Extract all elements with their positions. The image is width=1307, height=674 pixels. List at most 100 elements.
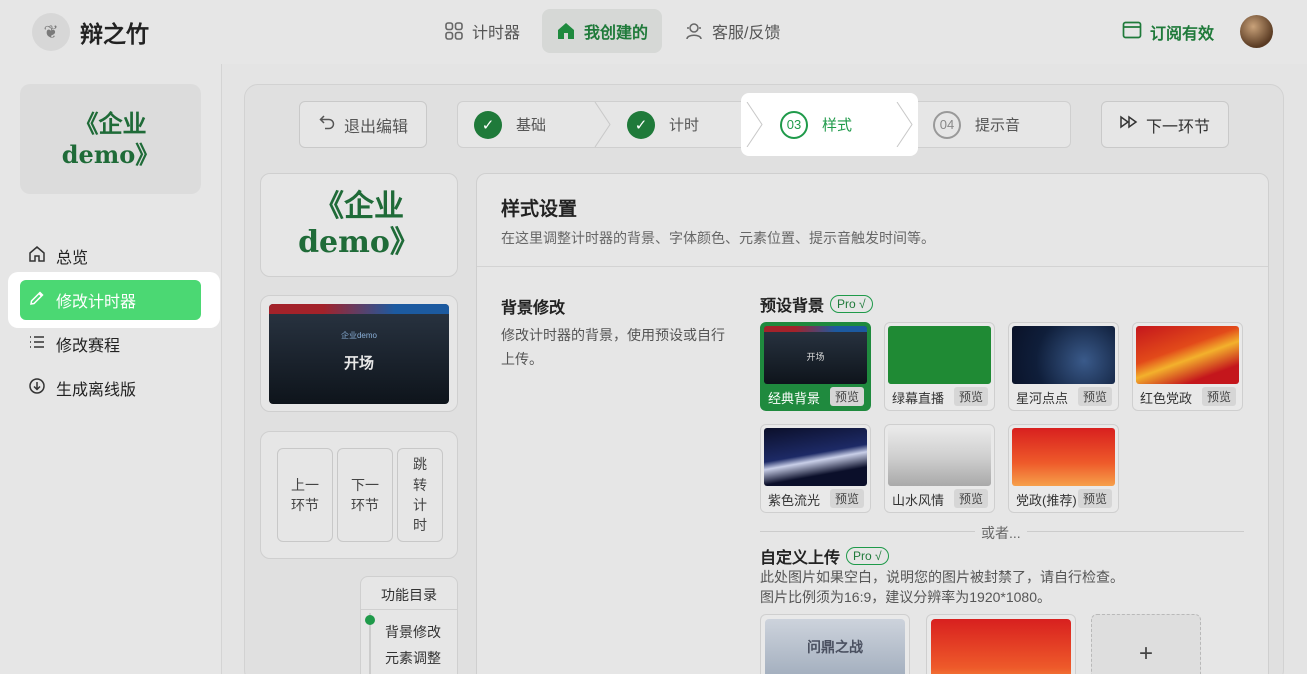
timer-preview-card[interactable]: 企业demo 开场	[260, 295, 458, 412]
undo-icon	[318, 113, 336, 136]
sidebar-item-overview[interactable]: 总览	[20, 236, 201, 276]
preset-preview-button[interactable]: 预览	[1077, 489, 1112, 508]
preset-classic[interactable]: 开场 经典背景 预览	[760, 322, 871, 411]
exit-edit-button[interactable]: 退出编辑	[299, 101, 427, 148]
custom-desc-line-2: 图片比例须为16:9，建议分辨率为1920*1080。	[760, 589, 1051, 606]
pro-badge: Pro √	[830, 295, 873, 313]
avatar[interactable]	[1240, 15, 1273, 48]
next-section-small-button[interactable]: 下一 环节	[337, 448, 393, 542]
nav-support[interactable]: 客服/反馈	[670, 9, 794, 53]
preset-purple-flow[interactable]: 紫色流光 预览	[760, 424, 871, 513]
step-number: 04	[933, 110, 961, 139]
preview-top-bar	[269, 304, 449, 314]
check-icon: ✓	[474, 110, 502, 139]
thumbnail-text: 开场	[806, 352, 825, 362]
step-timing[interactable]: ✓ 计时	[627, 102, 699, 147]
section-description: 修改计时器的背景，使用预设或自行上传。	[501, 327, 725, 367]
grid-icon	[444, 21, 464, 41]
control-card: 上一 环节 下一 环节 跳 转 计 时	[260, 431, 458, 559]
brand[interactable]: ❦ 辩之竹	[32, 13, 149, 51]
preset-thumbnail	[888, 326, 991, 384]
preset-thumbnail	[1136, 326, 1239, 384]
add-image-button[interactable]: +	[1091, 614, 1201, 674]
or-text: 或者...	[975, 523, 1027, 543]
preset-name: 星河点点	[1016, 391, 1069, 406]
function-toc: 功能目录 背景修改 元素调整	[360, 576, 458, 674]
timer-title: 《企业 demo》	[298, 189, 420, 260]
uploaded-image-1[interactable]: 问鼎之战	[760, 614, 910, 674]
download-icon	[28, 377, 46, 400]
nav-support-label: 客服/反馈	[712, 25, 781, 42]
custom-upload-title: 自定义上传 Pro √	[760, 544, 889, 568]
toc-item-elements[interactable]: 元素调整	[385, 648, 441, 668]
sidebar-item-edit-timer[interactable]: 修改计时器	[20, 280, 201, 320]
preset-party-recommended[interactable]: 党政(推荐) 预览	[1008, 424, 1119, 513]
step-label: 基础	[516, 117, 547, 134]
step-label: 计时	[669, 117, 700, 134]
preset-preview-button[interactable]: 预览	[829, 489, 864, 508]
next-section-label: 下一环节	[1145, 118, 1210, 136]
step-divider	[746, 102, 763, 147]
nav-timer[interactable]: 计时器	[430, 9, 534, 53]
brand-name: 辩之竹	[80, 21, 149, 48]
preset-preview-button[interactable]: 预览	[1077, 387, 1112, 406]
home-icon	[556, 21, 576, 41]
project-card: 《企业 demo》	[20, 84, 201, 194]
preset-preview-button[interactable]: 预览	[1201, 387, 1236, 406]
custom-upload-description: 此处图片如果空白，说明您的图片被封禁了，请自行检查。 图片比例须为16:9，建议…	[760, 567, 1124, 608]
uploaded-image-2[interactable]	[926, 614, 1076, 674]
sidebar-item-label: 修改赛程	[56, 338, 121, 355]
preset-name: 经典背景	[768, 391, 821, 406]
preset-preview-button[interactable]: 预览	[953, 387, 988, 406]
step-label: 样式	[822, 117, 853, 134]
fast-forward-icon	[1120, 115, 1138, 134]
preset-thumbnail: 开场	[764, 326, 867, 384]
sidebar-item-label: 修改计时器	[56, 294, 137, 311]
toc-title: 功能目录	[381, 587, 437, 603]
custom-upload-label: 自定义上传	[760, 550, 841, 567]
sidebar-item-label: 总览	[56, 250, 89, 267]
toc-active-dot	[365, 615, 375, 625]
sidebar-item-offline[interactable]: 生成离线版	[20, 368, 201, 408]
preset-title: 预设背景 Pro √	[760, 292, 873, 316]
prev-section-button[interactable]: 上一 环节	[277, 448, 333, 542]
uploaded-image-text: 问鼎之战	[807, 640, 863, 656]
style-settings-panel: 样式设置 在这里调整计时器的背景、字体颜色、元素位置、提示音触发时间等。 背景修…	[476, 173, 1269, 674]
project-title: 《企业 demo》	[61, 108, 160, 169]
step-divider	[896, 102, 913, 147]
preset-landscape[interactable]: 山水风情 预览	[884, 424, 995, 513]
next-section-button[interactable]: 下一环节	[1101, 101, 1229, 148]
mail-icon	[1122, 21, 1142, 44]
step-number: 03	[780, 110, 808, 139]
panel-description: 在这里调整计时器的背景、字体颜色、元素位置、提示音触发时间等。	[501, 230, 935, 246]
preset-name: 红色党政	[1140, 391, 1193, 406]
preset-name: 紫色流光	[768, 493, 821, 508]
list-icon	[28, 333, 46, 356]
preview-main-text: 开场	[343, 355, 374, 372]
preset-thumbnail	[888, 428, 991, 486]
nav-timer-label: 计时器	[472, 25, 521, 42]
preset-title-label: 预设背景	[760, 298, 825, 315]
home-icon	[28, 245, 46, 268]
preset-red-party[interactable]: 红色党政 预览	[1132, 322, 1243, 411]
preset-preview-button[interactable]: 预览	[953, 489, 988, 508]
sidebar-menu: 总览 修改计时器 修改赛程 生成离线版	[20, 236, 201, 412]
step-style[interactable]: 03 样式	[780, 102, 852, 147]
preset-greenscreen[interactable]: 绿幕直播 预览	[884, 322, 995, 411]
step-basic[interactable]: ✓ 基础	[474, 102, 546, 147]
step-sound[interactable]: 04 提示音	[933, 102, 1020, 147]
preset-starry[interactable]: 星河点点 预览	[1008, 322, 1119, 411]
timer-title-card: 《企业 demo》	[260, 173, 458, 277]
subscription-status[interactable]: 订阅有效	[1122, 20, 1214, 44]
preset-name: 绿幕直播	[892, 391, 945, 406]
nav-my-created[interactable]: 我创建的	[542, 9, 663, 53]
sidebar-item-edit-schedule[interactable]: 修改赛程	[20, 324, 201, 364]
toc-item-background[interactable]: 背景修改	[385, 622, 441, 642]
preset-name: 山水风情	[892, 493, 945, 508]
preset-preview-button[interactable]: 预览	[829, 387, 864, 406]
preview-subtitle: 企业demo	[340, 331, 377, 340]
support-icon	[684, 21, 704, 41]
main-nav: 计时器 我创建的 客服/反馈	[430, 9, 794, 53]
step-divider	[594, 102, 611, 147]
jump-timer-button[interactable]: 跳 转 计 时	[397, 448, 443, 542]
